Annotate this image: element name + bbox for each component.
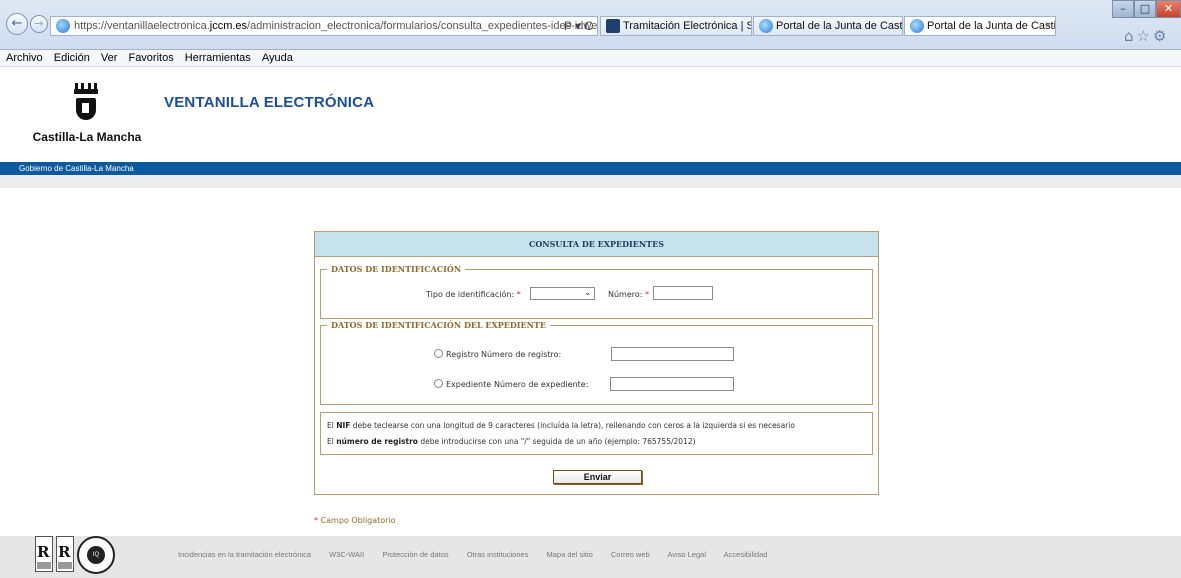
- minimize-button[interactable]: –: [1112, 0, 1134, 18]
- menu-bar: Archivo Edición Ver Favoritos Herramient…: [0, 50, 1181, 67]
- aenor-er-badge-icon[interactable]: R: [35, 536, 53, 572]
- numero-input[interactable]: [653, 286, 713, 300]
- footer-links: Incidencias en la tramitación electrónic…: [178, 550, 783, 559]
- menu-herramientas[interactable]: Herramientas: [185, 50, 251, 66]
- identification-legend: DATOS DE IDENTIFICACIÓN: [327, 264, 466, 274]
- footer-link-otras-instituciones[interactable]: Otras instituciones: [467, 550, 529, 559]
- crown-icon: [74, 82, 98, 94]
- numero-expediente-label: Número de expediente:: [494, 380, 589, 389]
- tab-tramitacion[interactable]: Tramitación Electrónica | Sede...: [600, 16, 752, 36]
- gear-icon[interactable]: ⚙: [1153, 27, 1169, 45]
- site-title: VENTANILLA ELECTRÓNICA: [164, 94, 375, 111]
- forward-arrow-icon: →: [34, 17, 44, 30]
- tipo-identificacion-select[interactable]: ⌄: [530, 287, 595, 300]
- aenor-er-badge-icon[interactable]: R: [56, 536, 74, 572]
- forward-button[interactable]: →: [30, 15, 48, 33]
- iqnet-seal-icon[interactable]: IQ: [77, 536, 115, 574]
- registro-radio-label: Registro: [446, 350, 479, 359]
- address-bar[interactable]: https://ventanillaelectronica.jccm.es/ad…: [50, 16, 598, 36]
- favorites-star-icon[interactable]: ☆: [1137, 27, 1153, 45]
- registro-note: El número de registro debe introducirse …: [327, 437, 696, 446]
- browser-right-icons: ⌂☆⚙: [1124, 27, 1169, 45]
- footer-link-accesibilidad[interactable]: Accesibilidad: [724, 550, 768, 559]
- footer-link-w3c[interactable]: W3C-WAII: [329, 550, 364, 559]
- tab-portal-2[interactable]: Portal de la Junta de Castill... ×: [904, 16, 1056, 36]
- footer-link-correo-web[interactable]: Correo web: [611, 550, 650, 559]
- castilla-la-mancha-logo[interactable]: Castilla-La Mancha: [32, 82, 142, 148]
- gray-divider: [0, 175, 1181, 188]
- address-host-prefix: https://ventanillaelectronica.: [74, 20, 210, 32]
- sede-icon: [606, 19, 620, 33]
- address-host: jccm.es: [209, 20, 248, 32]
- menu-ayuda[interactable]: Ayuda: [262, 50, 293, 66]
- numero-registro-input[interactable]: [611, 347, 734, 361]
- home-icon[interactable]: ⌂: [1124, 27, 1137, 45]
- footer-link-aviso-legal[interactable]: Aviso Legal: [667, 550, 706, 559]
- tab-close-icon[interactable]: ×: [1045, 17, 1051, 35]
- expediente-radio[interactable]: [434, 379, 443, 388]
- tab-label: Portal de la Junta de Castilla la...: [776, 20, 903, 32]
- address-path: /administracion_electronica/formularios/…: [247, 20, 598, 32]
- footer-link-proteccion-datos[interactable]: Protección de datos: [382, 550, 448, 559]
- footer: R R IQ Incidencias en la tramitación ele…: [0, 536, 1181, 578]
- maximize-button[interactable]: □: [1134, 0, 1156, 18]
- ie-icon: [56, 19, 70, 33]
- tipo-identificacion-label: Tipo de identificación: *: [426, 290, 521, 299]
- form-title: CONSULTA DE EXPEDIENTES: [315, 232, 878, 257]
- consulta-form: CONSULTA DE EXPEDIENTES DATOS DE IDENTIF…: [314, 231, 879, 495]
- back-arrow-icon: ←: [11, 16, 23, 31]
- ie-icon: [759, 19, 773, 33]
- notes-box: El NIF debe teclearse con una longitud d…: [320, 412, 873, 455]
- nif-note: El NIF debe teclearse con una longitud d…: [327, 421, 795, 430]
- shield-icon: [76, 98, 96, 120]
- government-bar: Gobierno de Castilla-La Mancha: [0, 162, 1181, 175]
- back-button[interactable]: ←: [6, 13, 28, 35]
- browser-toolbar: ← → https://ventanillaelectronica.jccm.e…: [0, 0, 1181, 50]
- numero-label: Número: *: [608, 290, 650, 299]
- ie-icon: [910, 19, 924, 33]
- close-window-button[interactable]: ✕: [1156, 0, 1181, 18]
- expediente-fieldset: DATOS DE IDENTIFICACIÓN DEL EXPEDIENTE R…: [320, 320, 873, 405]
- required-field-note: * Campo Obligatorio: [314, 516, 396, 525]
- menu-ver[interactable]: Ver: [101, 50, 118, 66]
- numero-expediente-input[interactable]: [610, 377, 734, 391]
- chevron-down-icon: ⌄: [584, 288, 591, 297]
- tab-portal-1[interactable]: Portal de la Junta de Castilla la...: [753, 16, 903, 36]
- footer-link-incidencias[interactable]: Incidencias en la tramitación electrónic…: [178, 550, 311, 559]
- numero-registro-label: Número de registro:: [481, 350, 562, 359]
- expediente-legend: DATOS DE IDENTIFICACIÓN DEL EXPEDIENTE: [327, 320, 550, 330]
- enviar-button[interactable]: Enviar: [553, 470, 642, 484]
- menu-favoritos[interactable]: Favoritos: [128, 50, 173, 66]
- registro-radio[interactable]: [434, 349, 443, 358]
- expediente-radio-label: Expediente: [446, 380, 492, 389]
- tab-label: Portal de la Junta de Castill...: [927, 20, 1056, 32]
- logo-text: Castilla-La Mancha: [32, 130, 142, 144]
- menu-archivo[interactable]: Archivo: [6, 50, 43, 66]
- address-tools-icons[interactable]: Ρ ▾ C: [564, 17, 593, 35]
- identification-fieldset: DATOS DE IDENTIFICACIÓN Tipo de identifi…: [320, 264, 873, 319]
- footer-link-mapa-sitio[interactable]: Mapa del sitio: [547, 550, 593, 559]
- menu-edicion[interactable]: Edición: [54, 50, 90, 66]
- tab-label: Tramitación Electrónica | Sede...: [623, 20, 751, 32]
